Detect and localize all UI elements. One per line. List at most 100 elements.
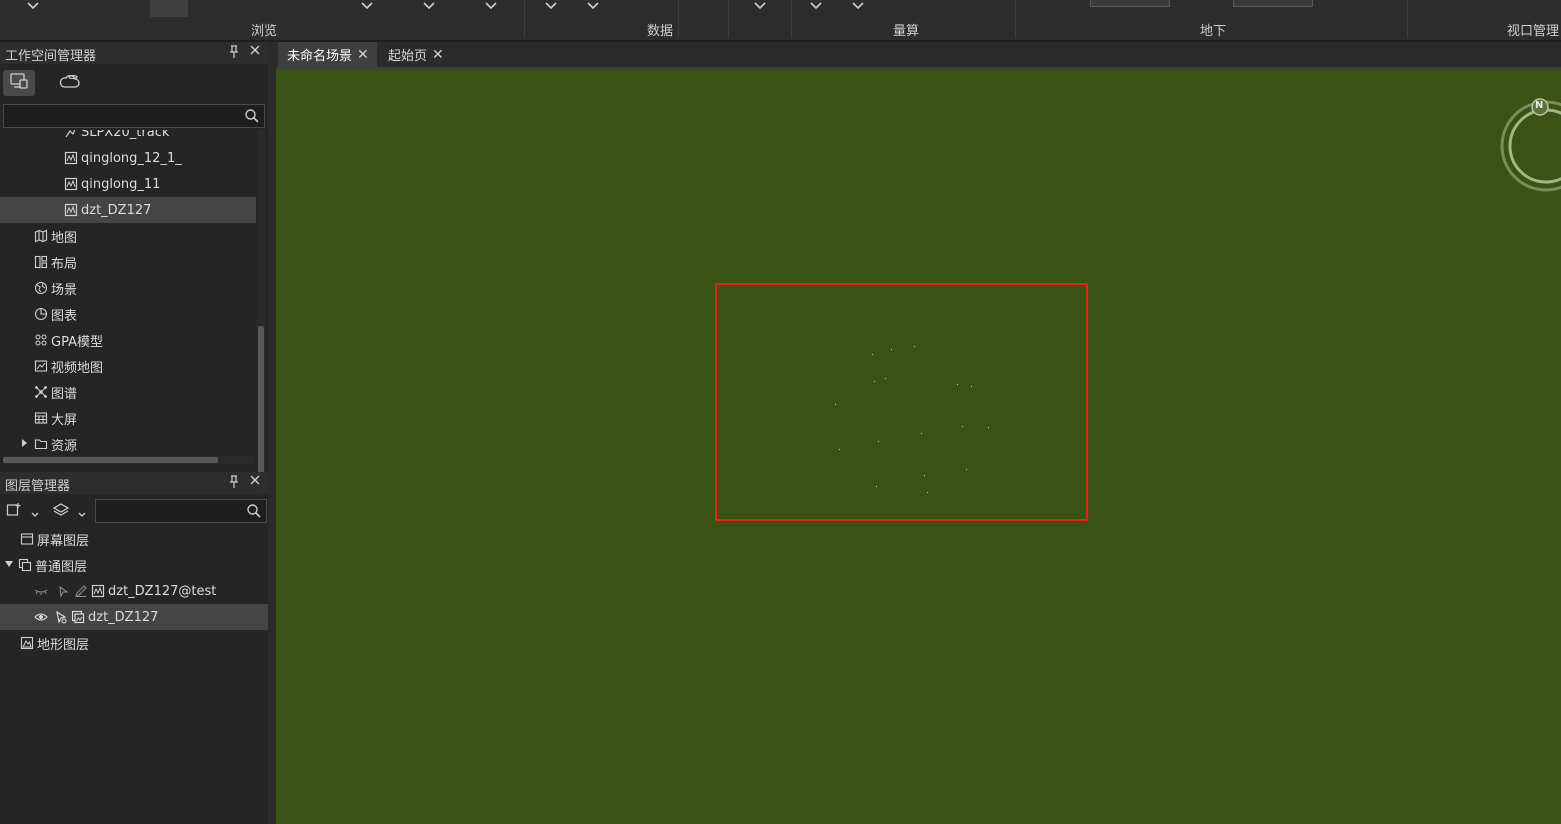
tree-item-label: SLPX20_track <box>81 130 170 140</box>
selectable-icon[interactable] <box>57 584 71 598</box>
ribbon-separator <box>1015 0 1016 38</box>
ribbon-group-label: 浏览 <box>251 24 278 39</box>
layer-dzt-dz127[interactable]: dzt_DZ127 <box>0 604 268 630</box>
workspace-vertical-scrollbar[interactable] <box>257 130 265 496</box>
tree-item-label: dzt_DZ127 <box>81 202 152 218</box>
chevron-down-icon[interactable] <box>851 1 865 11</box>
tree-item-layouts[interactable]: 布局 <box>0 249 256 275</box>
workspace-horizontal-scrollbar[interactable] <box>3 456 255 464</box>
search-icon[interactable] <box>244 108 260 128</box>
eye-icon[interactable] <box>34 610 48 624</box>
layer-terrain[interactable]: 地形图层 <box>0 630 268 656</box>
chevron-down-icon[interactable] <box>360 1 374 11</box>
gpa-model-icon <box>34 333 48 347</box>
point-feature <box>874 381 875 382</box>
tree-item-charts[interactable]: 图表 <box>0 301 256 327</box>
pin-icon[interactable] <box>228 45 240 63</box>
point-feature <box>891 349 892 350</box>
ribbon-button[interactable] <box>150 0 188 17</box>
scene-viewport[interactable]: N <box>276 70 1561 824</box>
layer-label: 地形图层 <box>37 637 90 653</box>
chevron-down-icon[interactable] <box>422 1 436 11</box>
scrollbar-thumb[interactable] <box>3 457 218 463</box>
selectable-icon[interactable] <box>54 610 68 624</box>
collapse-arrow-icon[interactable] <box>4 558 18 573</box>
chevron-down-icon[interactable] <box>586 1 600 11</box>
local-workspace-tab[interactable] <box>3 70 35 96</box>
tree-item-graphs[interactable]: 图谱 <box>0 379 256 405</box>
ribbon-group-label: 量算 <box>893 24 920 39</box>
tab-untitled-scene[interactable]: 未命名场景 ✕ <box>278 42 377 67</box>
chevron-down-icon[interactable] <box>30 504 40 523</box>
tree-item-resources[interactable]: 资源 <box>0 431 256 457</box>
layer-panel-title: 图层管理器 <box>5 479 71 494</box>
tree-item-big-screens[interactable]: 大屏 <box>0 405 256 431</box>
layer-screen[interactable]: 屏幕图层 <box>0 526 268 552</box>
tree-item-label: 图谱 <box>51 386 78 402</box>
add-layer-icon[interactable] <box>6 502 22 522</box>
workspace-panel-header: 工作空间管理器 <box>0 42 268 64</box>
chevron-down-icon[interactable] <box>809 1 823 11</box>
dock-splitter[interactable] <box>268 42 276 824</box>
close-icon[interactable] <box>249 43 261 61</box>
chevron-down-icon[interactable] <box>753 1 767 11</box>
ribbon-separator <box>1407 0 1408 38</box>
tree-item-video-maps[interactable]: 视频地图 <box>0 353 256 379</box>
tree-item-slpx20-track[interactable]: SLPX20_track <box>0 130 256 145</box>
tree-item-label: GPA模型 <box>51 334 103 350</box>
layer-normal-group[interactable]: 普通图层 <box>0 552 268 578</box>
scrollbar-thumb[interactable] <box>258 326 264 486</box>
folder-icon <box>34 437 48 451</box>
compass-widget[interactable]: N <box>1498 98 1561 202</box>
dataset-icon <box>64 203 78 217</box>
left-dock: 工作空间管理器 SLPX20_track qinglong_12_1_ qing… <box>0 42 268 824</box>
tab-start-page[interactable]: 起始页 ✕ <box>379 42 452 67</box>
big-screen-icon <box>34 411 48 425</box>
close-icon[interactable]: ✕ <box>357 47 369 63</box>
spinner-field[interactable] <box>1233 0 1313 7</box>
computer-icon <box>9 72 29 94</box>
chevron-down-icon[interactable] <box>544 1 558 11</box>
layer-label: dzt_DZ127@test <box>108 583 217 599</box>
pin-icon[interactable] <box>228 475 240 493</box>
chevron-down-icon[interactable] <box>77 504 87 523</box>
layers-icon[interactable] <box>52 502 70 522</box>
chevron-down-icon[interactable] <box>26 1 40 11</box>
tree-item-qinglong-12-1[interactable]: qinglong_12_1_ <box>0 145 256 171</box>
video-map-icon <box>34 359 48 373</box>
point-feature <box>921 433 922 434</box>
ribbon-group-label: 数据 <box>647 24 674 39</box>
ribbon-separator <box>524 0 525 38</box>
workspace-search-input[interactable] <box>3 104 265 128</box>
layer-label: dzt_DZ127 <box>88 609 159 625</box>
tree-item-label: 图表 <box>51 308 78 324</box>
ribbon-separator <box>728 0 729 38</box>
tree-item-gpa-models[interactable]: GPA模型 <box>0 327 256 353</box>
edit-icon[interactable] <box>74 584 88 598</box>
layer-dzt-dz127-test[interactable]: dzt_DZ127@test <box>0 578 268 604</box>
normal-layer-icon <box>18 558 32 572</box>
ribbon-group-label: 视口管理 <box>1507 24 1560 39</box>
chevron-down-icon[interactable] <box>484 1 498 11</box>
north-label: N <box>1535 100 1544 111</box>
tab-label: 未命名场景 <box>287 49 353 64</box>
globe-icon <box>34 281 48 295</box>
tree-item-label: 视频地图 <box>51 360 104 376</box>
map-icon <box>34 229 48 243</box>
search-icon[interactable] <box>246 503 262 523</box>
tree-item-qinglong-11[interactable]: qinglong_11 <box>0 171 256 197</box>
screen-layer-icon <box>20 532 34 546</box>
expand-arrow-icon[interactable] <box>20 437 34 452</box>
close-icon[interactable]: ✕ <box>432 47 444 63</box>
tree-item-scenes[interactable]: 场景 <box>0 275 256 301</box>
close-icon[interactable] <box>249 473 261 491</box>
tree-item-dzt-dz127[interactable]: dzt_DZ127 <box>0 197 256 223</box>
point-feature <box>988 427 989 428</box>
terrain-layer-icon <box>20 636 34 650</box>
cloud-workspace-tab[interactable] <box>54 70 86 96</box>
eye-hidden-icon[interactable] <box>34 584 48 598</box>
layer-panel-header: 图层管理器 <box>0 472 268 494</box>
tree-item-maps[interactable]: 地图 <box>0 223 256 249</box>
layer-search-input[interactable] <box>95 499 267 523</box>
spinner-field[interactable] <box>1090 0 1170 7</box>
